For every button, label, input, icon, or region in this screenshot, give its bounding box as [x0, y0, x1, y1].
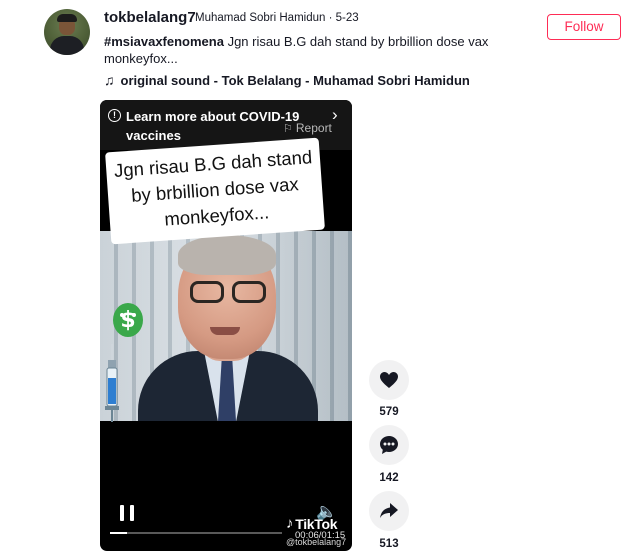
avatar-cap [57, 14, 77, 22]
like-count: 579 [379, 406, 399, 418]
text-sticker: Jgn risau B.G dah stand by brbillion dos… [105, 137, 325, 245]
tiktok-logo-icon: ♪ [286, 515, 294, 532]
hashtag-link[interactable]: #msiavaxfenomena [104, 34, 224, 49]
video-progress-bar[interactable] [110, 532, 282, 534]
post-caption: #msiavaxfenomena Jgn risau B.G dah stand… [104, 33, 504, 67]
music-note-icon: ♫ [104, 72, 115, 88]
info-icon: ! [108, 109, 121, 122]
person-mouth [210, 327, 240, 335]
share-icon [380, 503, 398, 518]
video-progress-fill [110, 532, 128, 534]
avatar[interactable] [44, 9, 90, 55]
watermark-handle: @tokbelalang7 [286, 537, 347, 547]
glasses-right [232, 281, 266, 303]
username[interactable]: tokbelalang7 [104, 9, 196, 26]
video-player[interactable]: ! Learn more about COVID-19 vaccines › ⚐… [100, 100, 352, 551]
person-hair [178, 235, 276, 275]
report-label: Report [295, 121, 332, 135]
chevron-right-icon: › [332, 105, 338, 124]
share-button[interactable] [369, 491, 409, 531]
author-subline: Muhamad Sobri Hamidun · 5-23 [195, 12, 359, 24]
follow-button[interactable]: Follow [547, 14, 621, 40]
svg-text:$: $ [120, 308, 135, 333]
sound-label: original sound - Tok Belalang - Muhamad … [120, 72, 470, 88]
pause-bar-right [130, 505, 134, 521]
comment-count: 142 [379, 472, 399, 484]
like-button[interactable] [369, 360, 409, 400]
comment-button[interactable] [369, 425, 409, 465]
share-count: 513 [379, 538, 399, 550]
heart-icon [380, 372, 398, 388]
syringe-sticker [105, 344, 119, 422]
pause-bar-left [120, 505, 124, 521]
pause-button[interactable] [120, 505, 134, 521]
glasses-left [190, 281, 224, 303]
avatar-body [50, 36, 84, 55]
sound-link[interactable]: ♫ original sound - Tok Belalang - Muhama… [104, 72, 470, 88]
flag-icon: ⚐ [283, 122, 293, 135]
report-button[interactable]: ⚐ Report [283, 121, 332, 135]
money-sticker: $ [113, 303, 143, 337]
comment-icon [380, 436, 398, 454]
